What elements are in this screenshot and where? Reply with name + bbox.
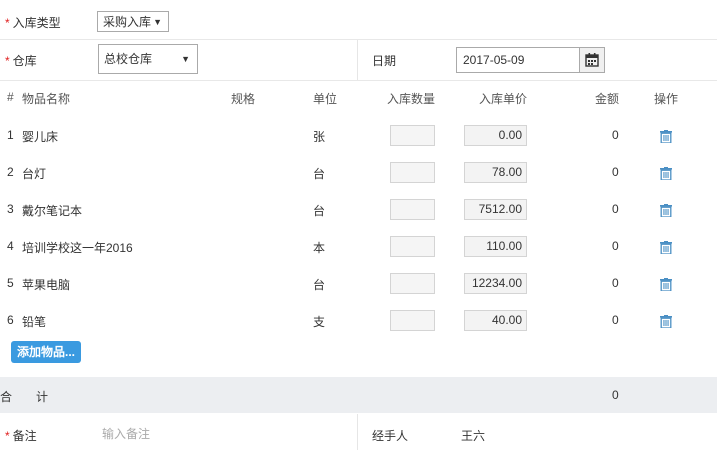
row-index: 6 (7, 313, 14, 327)
quantity-input[interactable] (390, 273, 435, 294)
handler-value[interactable]: 王六 (461, 427, 485, 444)
quantity-input[interactable] (390, 236, 435, 257)
row-index: 3 (7, 202, 14, 216)
trash-icon[interactable] (660, 241, 672, 254)
total-amount: 0 (612, 388, 619, 402)
entry-type-select[interactable]: 采购入库 ▼ (97, 11, 169, 32)
item-name: 培训学校这一年2016 (22, 241, 133, 255)
chevron-down-icon: ▼ (153, 17, 162, 27)
item-amount: 0 (612, 128, 619, 142)
item-unit: 张 (313, 130, 326, 144)
warehouse-select[interactable]: 总校仓库 ▼ (98, 44, 198, 74)
item-name: 苹果电脑 (22, 278, 71, 292)
trash-icon[interactable] (660, 167, 672, 180)
item-unit: 台 (313, 278, 326, 292)
column-header-index: # (7, 90, 14, 104)
column-header-unit: 单位 (313, 92, 338, 106)
unit-price-input[interactable]: 40.00 (464, 310, 527, 331)
item-amount: 0 (612, 165, 619, 179)
trash-icon[interactable] (660, 278, 672, 291)
item-amount: 0 (612, 276, 619, 290)
trash-icon[interactable] (660, 204, 672, 217)
add-item-button[interactable]: 添加物品... (11, 341, 81, 363)
unit-price-input[interactable]: 12234.00 (464, 273, 527, 294)
row-index: 1 (7, 128, 14, 142)
column-header-actions: 操作 (654, 92, 679, 106)
unit-price-input[interactable]: 110.00 (464, 236, 527, 257)
item-name: 台灯 (22, 167, 47, 181)
item-name: 铅笔 (22, 315, 47, 329)
quantity-input[interactable] (390, 162, 435, 183)
item-unit: 本 (313, 241, 326, 255)
item-amount: 0 (612, 313, 619, 327)
date-label: 日期 (372, 54, 397, 68)
unit-price-input[interactable]: 78.00 (464, 162, 527, 183)
handler-label: 经手人 (372, 429, 409, 443)
unit-price-input[interactable]: 0.00 (464, 125, 527, 146)
column-header-spec: 规格 (231, 92, 256, 106)
column-header-amount: 金额 (595, 92, 620, 106)
quantity-input[interactable] (390, 125, 435, 146)
item-amount: 0 (612, 239, 619, 253)
row-index: 2 (7, 165, 14, 179)
entry-type-label: * 入库类型 (5, 16, 61, 30)
total-label-right: 计 (36, 390, 49, 404)
unit-price-input[interactable]: 7512.00 (464, 199, 527, 220)
row-index: 5 (7, 276, 14, 290)
column-header-unit-price: 入库单价 (479, 92, 528, 106)
item-unit: 台 (313, 204, 326, 218)
chevron-down-icon: ▼ (181, 54, 190, 64)
date-field[interactable]: 2017-05-09 (456, 47, 605, 73)
column-header-name: 物品名称 (22, 92, 71, 106)
column-header-quantity: 入库数量 (387, 92, 436, 106)
item-name: 婴儿床 (22, 130, 59, 144)
item-name: 戴尔笔记本 (22, 204, 83, 218)
quantity-input[interactable] (390, 310, 435, 331)
quantity-input[interactable] (390, 199, 435, 220)
calendar-icon (585, 53, 599, 67)
calendar-button[interactable] (579, 48, 604, 72)
warehouse-label: * 仓库 (5, 54, 37, 68)
total-label-left: 合 (0, 390, 13, 404)
item-unit: 台 (313, 167, 326, 181)
trash-icon[interactable] (660, 315, 672, 328)
item-amount: 0 (612, 202, 619, 216)
remark-input[interactable] (97, 422, 327, 446)
total-bar: 合 计 0 (0, 377, 717, 413)
trash-icon[interactable] (660, 130, 672, 143)
remark-label: * 备注 (5, 429, 37, 443)
row-index: 4 (7, 239, 14, 253)
item-unit: 支 (313, 315, 326, 329)
